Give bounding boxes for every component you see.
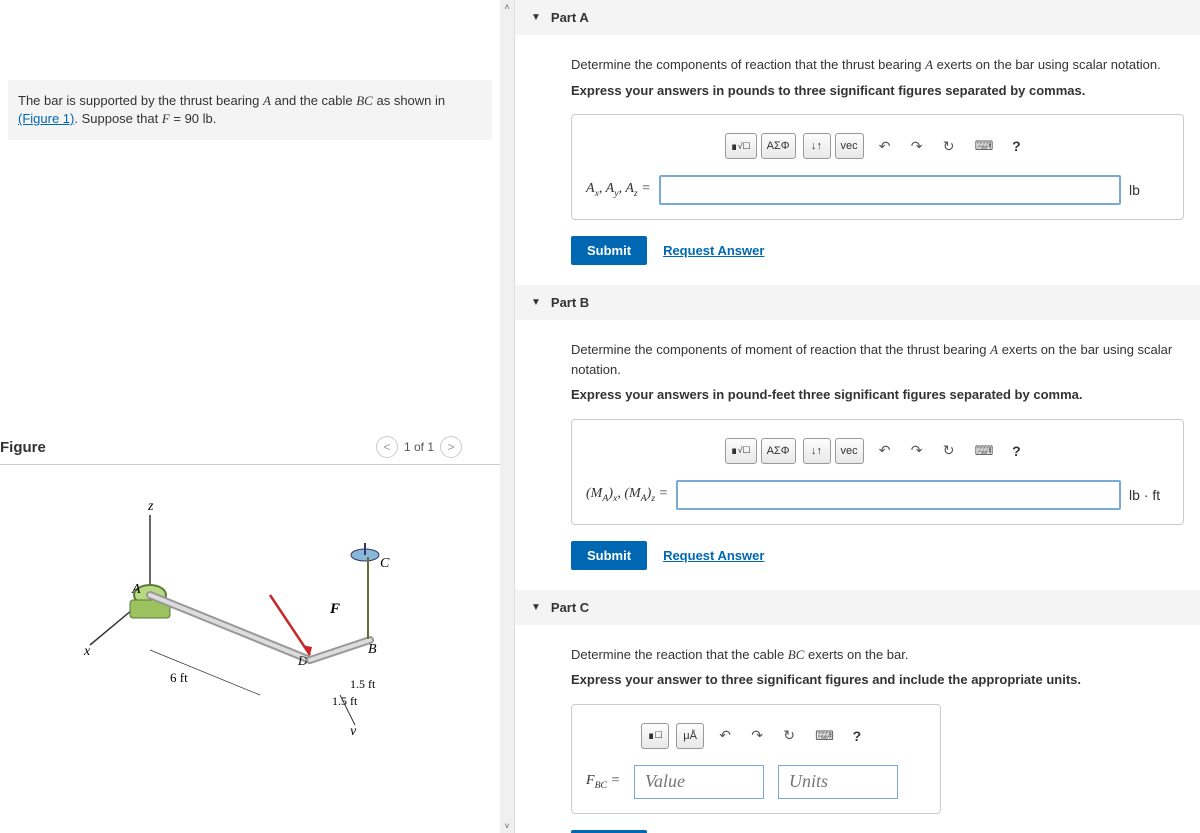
reset-button[interactable]: ↻	[775, 723, 803, 749]
templates-button[interactable]: ∎☐	[641, 723, 669, 749]
figure-header: Figure < 1 of 1 >	[0, 430, 500, 465]
point-B-label: B	[368, 642, 377, 657]
figure-counter: 1 of 1	[404, 440, 434, 454]
part-c-units-input[interactable]	[778, 765, 898, 799]
templates-button[interactable]: ∎√☐	[725, 438, 757, 464]
part-b-unit: lb · ft	[1129, 487, 1169, 503]
problem-text: and the cable	[271, 93, 356, 108]
part-b-input[interactable]	[676, 480, 1121, 510]
part-a-answer-box: ∎√☐ ΑΣΦ ↓↑ vec ↶ ↷ ↻ ⌨ ? Ax, Ay, Az = lb	[571, 114, 1184, 220]
part-b-answer-box: ∎√☐ ΑΣΦ ↓↑ vec ↶ ↷ ↻ ⌨ ? (MA)x, (MA)z = …	[571, 419, 1184, 525]
part-b-toolbar: ∎√☐ ΑΣΦ ↓↑ vec ↶ ↷ ↻ ⌨ ?	[586, 438, 1169, 464]
force-F-label: F	[329, 601, 340, 617]
problem-statement: The bar is supported by the thrust beari…	[8, 80, 492, 140]
redo-button[interactable]: ↷	[743, 723, 771, 749]
part-c-header[interactable]: Part C	[515, 590, 1200, 625]
part-a-header[interactable]: Part A	[515, 0, 1200, 35]
part-b-header[interactable]: Part B	[515, 285, 1200, 320]
figure-prev-button[interactable]: <	[376, 436, 398, 458]
help-button[interactable]: ?	[1002, 438, 1030, 464]
part-a-toolbar: ∎√☐ ΑΣΦ ↓↑ vec ↶ ↷ ↻ ⌨ ?	[586, 133, 1169, 159]
part-a-prompt2: Express your answers in pounds to three …	[571, 81, 1184, 101]
figure-next-button[interactable]: >	[440, 436, 462, 458]
problem-text: = 90 lb.	[170, 111, 217, 126]
part-b-request-answer-link[interactable]: Request Answer	[663, 548, 764, 563]
templates-icon: ∎	[648, 729, 655, 742]
var-A: A	[263, 93, 271, 108]
subsup-button[interactable]: ↓↑	[803, 438, 831, 464]
greek-button[interactable]: ΑΣΦ	[761, 133, 796, 159]
part-b: Part B Determine the components of momen…	[515, 285, 1200, 590]
part-b-title: Part B	[551, 295, 589, 310]
point-A-label: A	[131, 582, 141, 597]
reset-button[interactable]: ↻	[935, 133, 963, 159]
problem-text: as shown in	[373, 93, 445, 108]
vec-button[interactable]: vec	[835, 133, 864, 159]
problem-text: The bar is supported by the thrust beari…	[18, 93, 263, 108]
part-a-request-answer-link[interactable]: Request Answer	[663, 243, 764, 258]
undo-button[interactable]: ↶	[711, 723, 739, 749]
templates-button[interactable]: ∎√☐	[725, 133, 757, 159]
part-b-prompt1: Determine the components of moment of re…	[571, 340, 1184, 379]
part-c-submit-button[interactable]: Submit	[571, 830, 647, 833]
templates-icon: ∎	[731, 140, 738, 153]
part-c: Part C Determine the reaction that the c…	[515, 590, 1200, 833]
var-F: F	[162, 111, 170, 126]
dim-1.5ft-1: 1.5 ft	[350, 677, 376, 691]
redo-button[interactable]: ↷	[903, 438, 931, 464]
figure-title: Figure	[0, 439, 46, 456]
var-BC: BC	[356, 93, 373, 108]
keyboard-button[interactable]: ⌨	[810, 723, 839, 749]
axis-y-label: y	[348, 724, 357, 735]
axis-z-label: z	[147, 499, 154, 514]
axis-x-label: x	[83, 644, 91, 659]
part-a-unit: lb	[1129, 182, 1169, 198]
part-c-prompt2: Express your answer to three significant…	[571, 670, 1184, 690]
scroll-up-icon: ˄	[502, 2, 512, 12]
figure-diagram: z x A 6 ft D	[0, 465, 500, 738]
part-a-title: Part A	[551, 10, 589, 25]
help-button[interactable]: ?	[1002, 133, 1030, 159]
templates-icon: ∎	[731, 444, 738, 457]
point-C-label: C	[380, 556, 390, 571]
undo-button[interactable]: ↶	[871, 133, 899, 159]
part-b-submit-button[interactable]: Submit	[571, 541, 647, 570]
part-b-var-label: (MA)x, (MA)z =	[586, 486, 668, 504]
keyboard-button[interactable]: ⌨	[970, 133, 999, 159]
part-a-submit-button[interactable]: Submit	[571, 236, 647, 265]
units-symbol-button[interactable]: μÅ	[676, 723, 704, 749]
panel-scrollbar[interactable]: ˄ ˅	[500, 0, 514, 833]
redo-button[interactable]: ↷	[903, 133, 931, 159]
problem-text: . Suppose that	[74, 111, 161, 126]
part-c-answer-box: ∎☐ μÅ ↶ ↷ ↻ ⌨ ? FBC =	[571, 704, 941, 814]
undo-button[interactable]: ↶	[871, 438, 899, 464]
part-c-prompt1: Determine the reaction that the cable BC…	[571, 645, 1184, 665]
part-c-toolbar: ∎☐ μÅ ↶ ↷ ↻ ⌨ ?	[586, 723, 926, 749]
right-panel: Part A Determine the components of react…	[514, 0, 1200, 833]
figure-nav: < 1 of 1 >	[376, 436, 462, 458]
part-c-value-input[interactable]	[634, 765, 764, 799]
keyboard-button[interactable]: ⌨	[970, 438, 999, 464]
figure-section: Figure < 1 of 1 > z x	[0, 430, 500, 738]
greek-button[interactable]: ΑΣΦ	[761, 438, 796, 464]
part-a-var-label: Ax, Ay, Az =	[586, 181, 651, 199]
part-c-title: Part C	[551, 600, 589, 615]
dim-6ft: 6 ft	[170, 670, 188, 685]
part-a-prompt1: Determine the components of reaction tha…	[571, 55, 1184, 75]
scroll-down-icon: ˅	[502, 821, 512, 831]
part-c-var-label: FBC =	[586, 773, 620, 791]
part-a: Part A Determine the components of react…	[515, 0, 1200, 285]
help-button[interactable]: ?	[843, 723, 871, 749]
subsup-button[interactable]: ↓↑	[803, 133, 831, 159]
left-panel: The bar is supported by the thrust beari…	[0, 0, 500, 833]
vec-button[interactable]: vec	[835, 438, 864, 464]
figure-link[interactable]: (Figure 1)	[18, 111, 74, 126]
reset-button[interactable]: ↻	[935, 438, 963, 464]
part-a-input[interactable]	[659, 175, 1121, 205]
part-b-prompt2: Express your answers in pound-feet three…	[571, 385, 1184, 405]
